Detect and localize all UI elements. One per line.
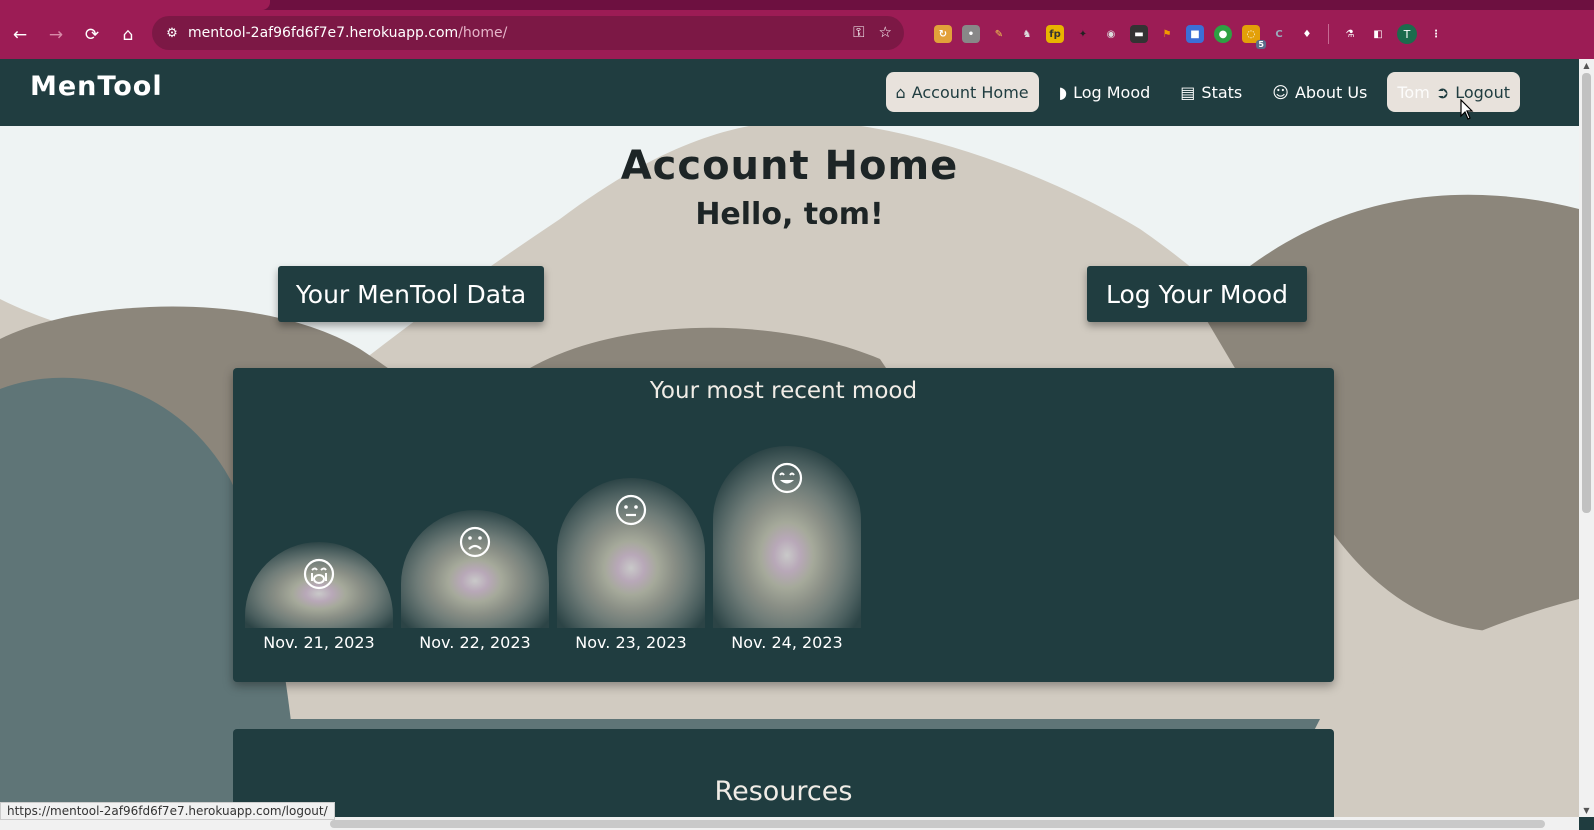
neutral-face-icon [615,494,647,526]
nav-stats-label: Stats [1201,82,1243,102]
your-data-button[interactable]: Your MenTool Data [278,266,544,322]
page-viewport: MenTool ⌂ Account Home ◗ Log Mood ▤ Stat… [0,59,1579,817]
users-icon: ☺ [1272,82,1289,102]
url-path: /home/ [458,25,508,41]
url-host: mentool-2af96fd6f7e7.herokuapp.com [188,25,459,41]
back-icon[interactable]: ← [2,17,38,53]
key-icon[interactable]: ⚿ [853,23,864,41]
crying-face-icon [303,558,335,590]
mood-date: Nov. 22, 2023 [419,633,531,652]
extension-badge: 5 [1256,40,1266,49]
extension-7-icon[interactable]: ◉ [1102,25,1120,43]
extensions-icon[interactable]: ♦ [1298,25,1316,43]
scroll-up-icon[interactable]: ▲ [1579,61,1594,70]
extension-1-icon[interactable]: ↻ [934,25,952,43]
page-title: Account Home [620,143,959,189]
extension-2-icon[interactable]: • [962,25,980,43]
extension-13-icon[interactable]: C [1270,25,1288,43]
vertical-scrollbar[interactable]: ▲ ▼ [1579,59,1594,817]
nav-about-us-label: About Us [1294,82,1368,102]
brand-logo[interactable]: MenTool [30,71,163,102]
username-label: Tom [1397,82,1430,102]
extensions-row: ↻ • ✎ ♞ fp ✦ ◉ ▬ ⚑ ■ ● ◌ 5 C ♦ ⚗ ◧ T ⋮ [934,24,1445,49]
nav-log-mood[interactable]: ◗ Log Mood [1049,72,1161,112]
reload-icon[interactable]: ⟳ [74,17,110,53]
home-icon[interactable]: ⌂ [110,17,146,53]
nav-stats[interactable]: ▤ Stats [1170,72,1252,112]
extension-8-icon[interactable]: ▬ [1130,25,1148,43]
browser-tabstrip [0,0,1594,10]
mood-entry: Nov. 23, 2023 [557,478,705,652]
mood-date: Nov. 21, 2023 [263,633,375,652]
mouse-pointer-icon [1460,99,1474,120]
browser-tab[interactable] [0,0,270,10]
greeting: Hello, tom! [695,197,884,232]
mood-entry: Nov. 24, 2023 [713,446,861,652]
nav-about-us[interactable]: ☺ About Us [1262,72,1377,112]
house-icon: ⌂ [895,82,906,102]
address-bar[interactable]: ⚙ mentool-2af96fd6f7e7.herokuapp.com/hom… [152,16,904,50]
nav-account-home-label: Account Home [911,82,1029,102]
status-bar-url: https://mentool-2af96fd6f7e7.herokuapp.c… [0,802,335,820]
recent-mood-card: Your most recent mood Nov. 21, 2023 Nov. … [233,368,1334,682]
side-panel-icon[interactable]: ◧ [1369,25,1387,43]
nav-links: ⌂ Account Home ◗ Log Mood ▤ Stats ☺ Abou… [885,72,1520,112]
mood-date: Nov. 23, 2023 [575,633,687,652]
mood-date: Nov. 24, 2023 [731,633,843,652]
nav-account-home[interactable]: ⌂ Account Home [885,72,1039,112]
extension-6-icon[interactable]: ✦ [1074,25,1092,43]
browser-toolbar: ← → ⟳ ⌂ ⚙ mentool-2af96fd6f7e7.herokuapp… [0,10,1594,59]
extension-11-icon[interactable]: ● [1214,25,1232,43]
resources-card: Resources [233,729,1334,817]
menu-icon[interactable]: ⋮ [1427,25,1445,43]
bar-chart-icon: ▤ [1180,82,1196,102]
forward-icon[interactable]: → [38,17,74,53]
site-info-icon[interactable]: ⚙ [156,26,188,41]
extension-5-icon[interactable]: fp [1046,25,1064,43]
recent-mood-title: Your most recent mood [649,378,918,404]
mood-entry: Nov. 22, 2023 [401,510,549,652]
extension-12-icon[interactable]: ◌ 5 [1242,25,1266,49]
profile-avatar[interactable]: T [1397,24,1417,44]
site-navbar: MenTool ⌂ Account Home ◗ Log Mood ▤ Stat… [0,59,1579,126]
extension-3-icon[interactable]: ✎ [990,25,1008,43]
hscroll-thumb[interactable] [330,820,1545,828]
logout-button[interactable]: Tom ➲ Logout [1387,72,1520,112]
toolbar-separator [1328,24,1329,44]
logout-icon: ➲ [1435,82,1450,102]
extension-9-icon[interactable]: ⚑ [1158,25,1176,43]
scroll-down-icon[interactable]: ▼ [1579,806,1594,815]
resources-title: Resources [714,776,853,807]
log-mood-button[interactable]: Log Your Mood [1087,266,1307,322]
brain-icon: ◗ [1058,82,1068,102]
extension-4-icon[interactable]: ♞ [1018,25,1036,43]
sad-face-icon [459,526,491,558]
nav-log-mood-label: Log Mood [1073,82,1151,102]
extension-10-icon[interactable]: ■ [1186,25,1204,43]
scroll-thumb[interactable] [1582,73,1591,513]
mood-entry: Nov. 21, 2023 [245,542,393,652]
happy-face-icon [771,462,803,494]
star-icon[interactable]: ☆ [879,23,892,41]
labs-icon[interactable]: ⚗ [1341,25,1359,43]
